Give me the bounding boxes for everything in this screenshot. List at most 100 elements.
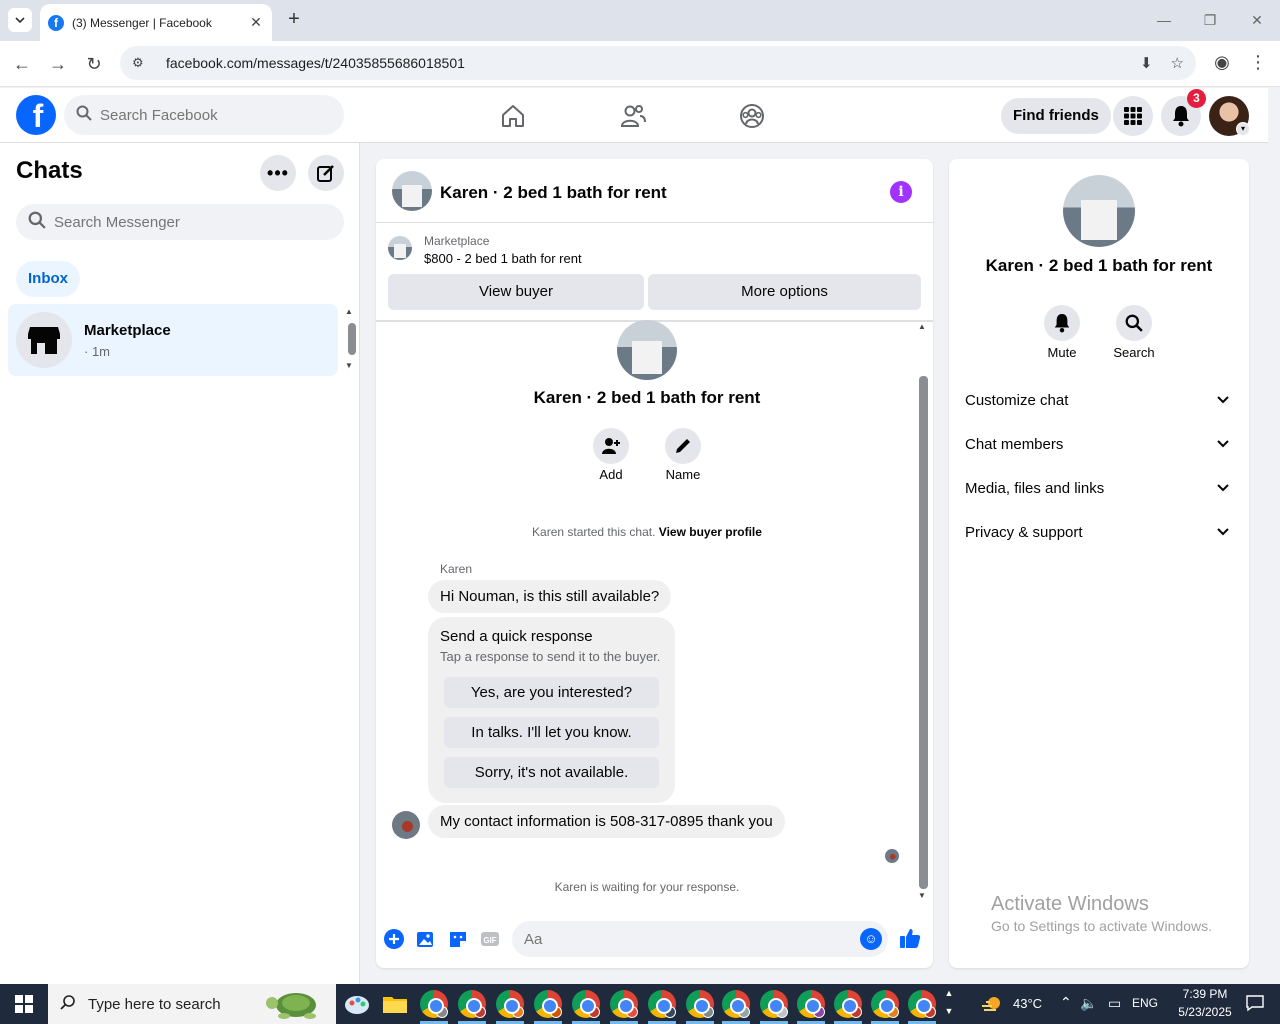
message-input-field[interactable]: [512, 921, 888, 957]
minimize-button[interactable]: —: [1150, 8, 1178, 32]
new-tab-button[interactable]: +: [282, 8, 306, 32]
add-people-button[interactable]: [593, 428, 629, 464]
browser-tab-strip: f (3) Messenger | Facebook ✕ + — ❐ ✕: [0, 0, 1280, 41]
chats-title: Chats: [16, 157, 83, 184]
thumbs-up-icon[interactable]: [899, 927, 921, 949]
chrome-window-icon[interactable]: [534, 990, 562, 1018]
temperature-text[interactable]: 43°C: [1013, 996, 1042, 1011]
mute-button[interactable]: [1044, 305, 1080, 341]
back-button[interactable]: ←: [10, 52, 34, 76]
sticker-icon[interactable]: [447, 928, 469, 950]
tab-close-icon[interactable]: ✕: [248, 14, 264, 31]
quick-response-option[interactable]: Yes, are you interested?: [444, 677, 659, 708]
scroll-up-arrow-icon[interactable]: ▲: [345, 307, 353, 316]
new-message-button[interactable]: [308, 155, 344, 191]
scroll-up-arrow-icon[interactable]: ▲: [918, 322, 926, 331]
message-input[interactable]: [524, 921, 844, 957]
chat-members-section[interactable]: Chat members: [965, 426, 1233, 462]
view-buyer-profile-link[interactable]: View buyer profile: [659, 525, 762, 539]
browser-tab[interactable]: f (3) Messenger | Facebook ✕: [40, 4, 272, 41]
bell-icon: [1054, 314, 1070, 333]
chrome-window-icon[interactable]: [686, 990, 714, 1018]
photo-icon[interactable]: [415, 928, 437, 950]
chrome-window-icon[interactable]: [760, 990, 788, 1018]
restore-button[interactable]: ❐: [1196, 8, 1224, 32]
quick-response-option[interactable]: Sorry, it's not available.: [444, 757, 659, 788]
install-app-icon[interactable]: ⬇: [1140, 54, 1153, 72]
site-info-icon[interactable]: ⚙: [132, 55, 150, 71]
facebook-search[interactable]: [64, 95, 344, 135]
facebook-search-input[interactable]: [100, 106, 320, 124]
action-center-icon[interactable]: [1246, 994, 1264, 1015]
paint-app-icon[interactable]: [343, 990, 371, 1018]
name-chat-button[interactable]: [665, 428, 701, 464]
chrome-window-icon[interactable]: [908, 990, 936, 1018]
thread-scrollbar[interactable]: [919, 376, 928, 889]
volume-icon[interactable]: 🔈: [1080, 995, 1097, 1012]
network-icon[interactable]: ▭: [1108, 995, 1121, 1012]
chat-list-scrollbar[interactable]: [348, 323, 356, 355]
chrome-window-icon[interactable]: [420, 990, 448, 1018]
watermark-subtitle: Go to Settings to activate Windows.: [991, 918, 1212, 934]
chrome-window-icon[interactable]: [648, 990, 676, 1018]
chrome-window-icon[interactable]: [610, 990, 638, 1018]
taskbar-search[interactable]: Type here to search: [48, 984, 336, 1024]
messenger-search[interactable]: [16, 204, 344, 240]
address-bar[interactable]: ⚙ facebook.com/messages/t/24035855686018…: [120, 46, 1196, 80]
chrome-window-icon[interactable]: [871, 990, 899, 1018]
privacy-support-section[interactable]: Privacy & support: [965, 514, 1233, 550]
view-buyer-button[interactable]: View buyer: [388, 274, 644, 310]
chrome-window-icon[interactable]: [834, 990, 862, 1018]
gif-icon[interactable]: GIF: [479, 928, 501, 950]
bell-icon: [1173, 106, 1189, 127]
chrome-window-icon[interactable]: [722, 990, 750, 1018]
message-bubble[interactable]: Hi Nouman, is this still available?: [428, 580, 672, 613]
bookmark-star-icon[interactable]: ☆: [1171, 54, 1184, 72]
find-friends-button[interactable]: Find friends: [1001, 98, 1111, 134]
media-files-links-section[interactable]: Media, files and links: [965, 470, 1233, 506]
groups-nav-icon[interactable]: [736, 100, 768, 132]
chat-list-item[interactable]: Marketplace · 1m: [8, 304, 338, 376]
tab-search-button[interactable]: [8, 8, 32, 32]
facebook-logo-icon[interactable]: f: [16, 95, 56, 135]
forward-button[interactable]: →: [46, 52, 70, 76]
chat-options-button[interactable]: •••: [260, 155, 296, 191]
chrome-window-icon[interactable]: [572, 990, 600, 1018]
search-in-chat-button[interactable]: [1116, 305, 1152, 341]
file-explorer-icon[interactable]: [381, 990, 409, 1018]
emoji-icon[interactable]: ☺: [860, 928, 882, 950]
start-button[interactable]: [0, 984, 48, 1024]
account-chevron-icon[interactable]: ▾: [1236, 122, 1250, 136]
scroll-down-arrow-icon[interactable]: ▼: [918, 891, 926, 900]
chrome-window-icon[interactable]: [797, 990, 825, 1018]
tray-overflow-chevron-icon[interactable]: ⌃: [1060, 994, 1072, 1011]
messenger-search-input[interactable]: [54, 213, 324, 231]
conversation-avatar[interactable]: [392, 171, 432, 211]
more-options-button[interactable]: More options: [648, 274, 921, 310]
weather-icon[interactable]: [980, 994, 1004, 1017]
customize-chat-section[interactable]: Customize chat: [965, 382, 1233, 418]
mute-label: Mute: [1047, 345, 1077, 360]
friends-nav-icon[interactable]: [617, 100, 649, 132]
scroll-down-arrow-icon[interactable]: ▼: [345, 361, 353, 370]
conversation-info-icon[interactable]: i: [890, 181, 912, 203]
input-language[interactable]: ENG: [1132, 996, 1158, 1010]
more-actions-icon[interactable]: [383, 928, 405, 950]
section-label: Customize chat: [965, 391, 1069, 409]
page-scrollbar[interactable]: [1268, 88, 1280, 984]
chrome-window-icon[interactable]: [458, 990, 486, 1018]
close-window-button[interactable]: ✕: [1243, 8, 1271, 32]
conversation-title[interactable]: Karen · 2 bed 1 bath for rent: [440, 183, 667, 203]
menu-grid-button[interactable]: [1113, 96, 1153, 136]
message-bubble[interactable]: My contact information is 508-317-0895 t…: [428, 805, 785, 838]
clock-time[interactable]: 7:39 PM: [1172, 987, 1238, 1001]
inbox-tab[interactable]: Inbox: [16, 261, 80, 297]
home-nav-icon[interactable]: [497, 100, 529, 132]
reload-button[interactable]: ↻: [82, 52, 106, 76]
taskbar-overflow-arrows[interactable]: ▲ ▼: [940, 984, 958, 1024]
browser-menu-icon[interactable]: ⋮: [1246, 52, 1270, 76]
chrome-window-icon[interactable]: [496, 990, 524, 1018]
clock-date[interactable]: 5/23/2025: [1168, 1005, 1242, 1019]
browser-profile-icon[interactable]: ◉: [1210, 52, 1234, 76]
quick-response-option[interactable]: In talks. I'll let you know.: [444, 717, 659, 748]
